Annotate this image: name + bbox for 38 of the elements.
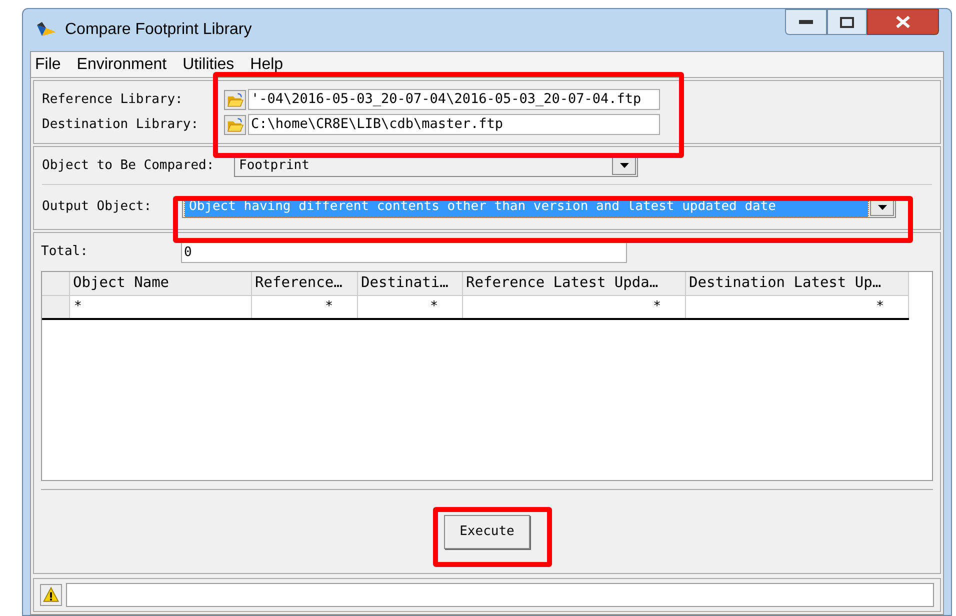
open-folder-icon[interactable] — [224, 114, 246, 134]
column-header[interactable]: Object Name — [70, 272, 252, 296]
total-field: 0 — [181, 242, 627, 262]
field-label: Object to Be Compared: — [42, 156, 216, 175]
field-label: Output Object: — [42, 198, 153, 216]
warning-icon — [40, 584, 62, 606]
menu-item[interactable]: Utilities — [182, 52, 234, 76]
minimize-icon — [799, 20, 813, 24]
menu-item[interactable]: Environment — [76, 52, 167, 76]
maximize-button[interactable] — [827, 9, 867, 35]
execute-button[interactable]: Execute — [444, 514, 530, 548]
path-field[interactable]: '-04\2016-05-03_20-07-04\2016-05-03_20-07-04.ftp — [248, 89, 660, 110]
field-label: Reference Library: — [42, 90, 184, 109]
row-header — [42, 272, 70, 296]
field-label: Destination Library: — [42, 116, 200, 134]
column-header[interactable]: Destination Latest Up… — [686, 272, 909, 296]
menu-item[interactable]: File — [35, 52, 61, 76]
path-field[interactable]: C:\home\CR8E\LIB\cdb\master.ftp — [248, 114, 660, 135]
column-header[interactable]: Destinati… — [358, 272, 463, 296]
minimize-button[interactable] — [785, 9, 827, 35]
table-cell: * — [252, 296, 358, 318]
maximize-icon — [840, 16, 854, 28]
table-cell: * — [463, 296, 686, 318]
row-header — [42, 296, 70, 318]
app-logo-icon — [35, 21, 57, 39]
table-cell: * — [358, 296, 463, 318]
table-cell: * — [70, 296, 252, 318]
open-folder-icon[interactable] — [224, 90, 246, 110]
column-header[interactable]: Reference… — [252, 272, 358, 296]
dropdown-arrow-icon — [878, 204, 886, 210]
column-header[interactable]: Reference Latest Upda… — [463, 272, 686, 296]
window-title: Compare Footprint Library — [65, 20, 252, 40]
menu-item[interactable]: Help — [250, 52, 284, 76]
dropdown-arrow-icon — [620, 163, 628, 168]
field-label: Total: — [41, 243, 89, 262]
close-icon — [895, 16, 911, 28]
close-button[interactable] — [867, 9, 939, 35]
table-cell: * — [686, 296, 909, 318]
